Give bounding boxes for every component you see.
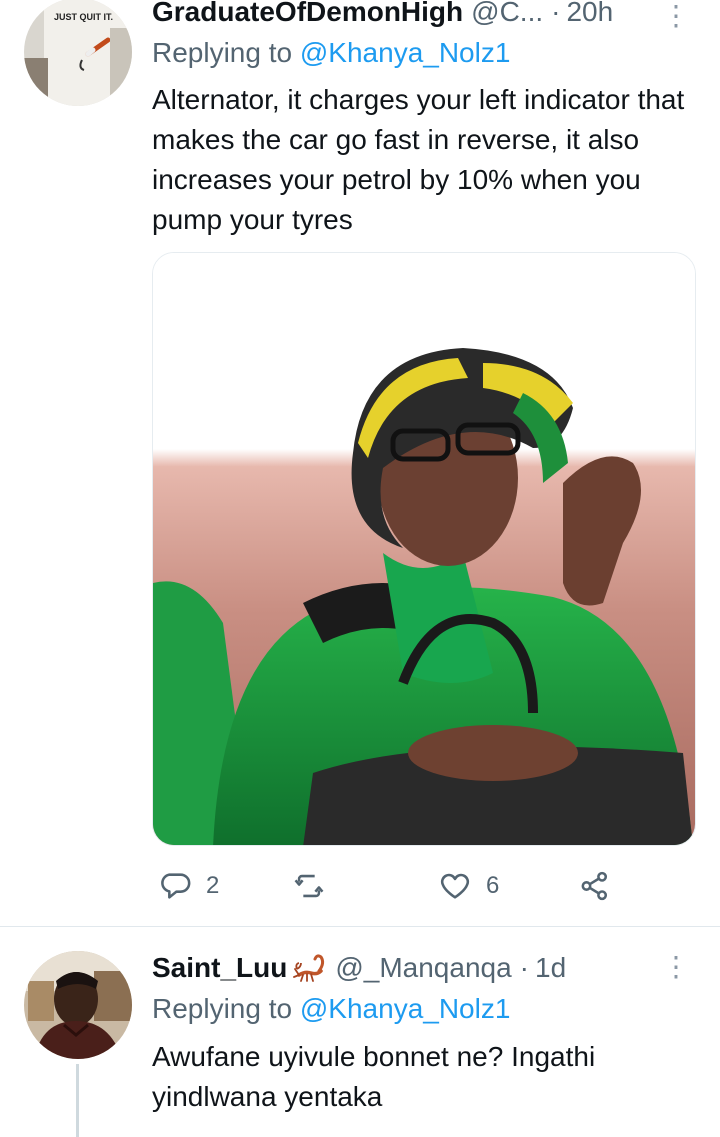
timestamp[interactable]: 1d xyxy=(535,952,566,984)
replying-prefix: Replying to xyxy=(152,37,293,68)
share-icon xyxy=(581,871,608,901)
thread-connector-line xyxy=(76,1064,79,1137)
avatar-image: JUST QUIT IT. xyxy=(24,0,132,106)
like-button[interactable]: 6 xyxy=(438,866,499,906)
mention-link[interactable]: @Khanya_Nolz1 xyxy=(300,993,511,1024)
tweet-1[interactable]: JUST QUIT IT. GraduateOfDemonHigh @C... … xyxy=(0,0,720,925)
replying-to: Replying to @Khanya_Nolz1 xyxy=(152,993,510,1025)
separator-dot: · xyxy=(551,0,561,27)
reply-count: 2 xyxy=(206,872,220,899)
share-button[interactable] xyxy=(578,866,612,906)
tweet-text: Awufane uyivule bonnet ne? Ingathi yindl… xyxy=(152,1041,596,1112)
display-name[interactable]: GraduateOfDemonHigh xyxy=(152,0,463,28)
scorpion-emoji xyxy=(293,953,327,983)
retweet-button[interactable] xyxy=(292,866,340,906)
photo-image xyxy=(153,253,695,845)
replying-prefix: Replying to xyxy=(152,993,293,1024)
heart-icon xyxy=(440,873,470,899)
mention-link[interactable]: @Khanya_Nolz1 xyxy=(300,37,511,68)
avatar[interactable] xyxy=(24,951,132,1059)
tweet-photo[interactable] xyxy=(152,252,696,846)
reply-icon xyxy=(161,873,191,899)
separator-dot: · xyxy=(519,952,529,983)
tweet-header: Saint_Luu @_Manqanqa · 1d xyxy=(152,948,690,988)
avatar-image xyxy=(24,951,132,1059)
avatar[interactable]: JUST QUIT IT. xyxy=(24,0,132,106)
tweet-text: Alternator, it charges your left indicat… xyxy=(152,84,685,235)
avatar-caption: JUST QUIT IT. xyxy=(54,12,113,22)
action-bar: 2 6 xyxy=(152,866,692,906)
timestamp[interactable]: 20h xyxy=(566,0,613,28)
retweet-icon xyxy=(294,874,324,898)
more-icon[interactable]: ⋮ xyxy=(662,2,690,30)
reply-button[interactable]: 2 xyxy=(158,866,219,906)
display-name[interactable]: Saint_Luu xyxy=(152,952,287,984)
more-icon[interactable]: ⋮ xyxy=(662,953,690,981)
handle[interactable]: @C... xyxy=(471,0,543,28)
handle[interactable]: @_Manqanqa xyxy=(335,952,511,984)
tweet-header: GraduateOfDemonHigh @C... · 20h xyxy=(152,0,690,32)
like-count: 6 xyxy=(486,872,500,899)
replying-to: Replying to @Khanya_Nolz1 xyxy=(152,37,510,69)
tweet-2[interactable]: Saint_Luu @_Manqanqa · 1d ⋮ Replying to … xyxy=(0,927,720,1137)
